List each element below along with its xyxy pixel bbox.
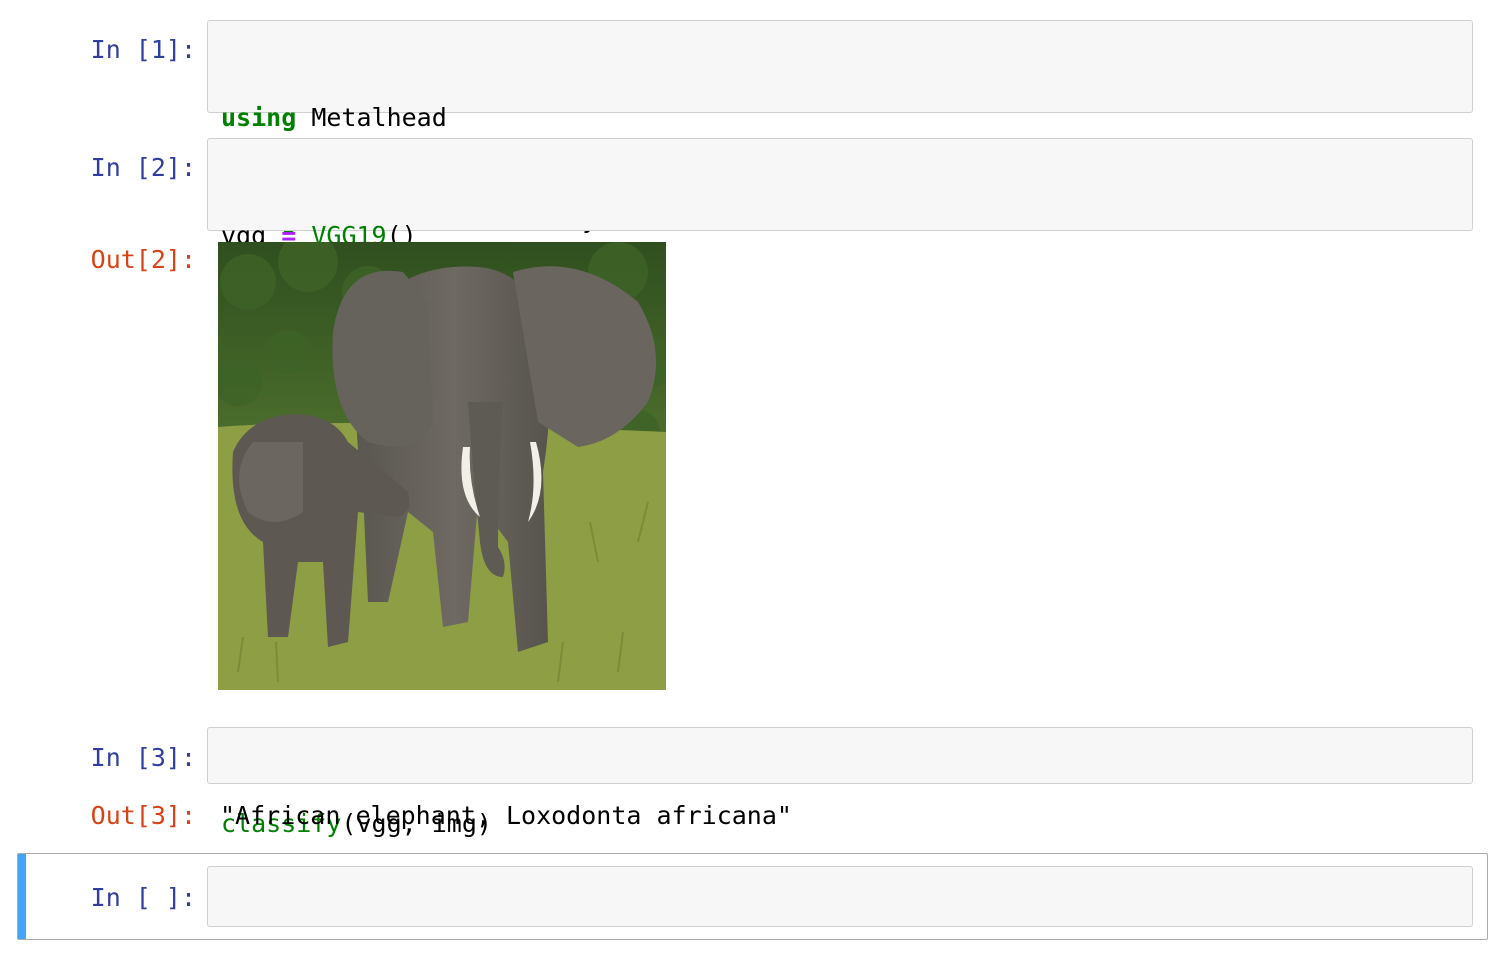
input-prompt-4: In [ ]: (90, 883, 196, 912)
code-cell-1[interactable]: using Metalhead using Metalhead: classif… (207, 20, 1473, 234)
input-prompt-2: In [2]: (90, 153, 196, 182)
code-cell-4-empty[interactable] (207, 866, 1473, 927)
output-text-3: "African elephant, Loxodonta africana" (220, 801, 792, 830)
code-cell-2[interactable]: vgg = VGG19() img = load("Elephant.jpg") (207, 138, 1473, 352)
output-prompt-3: Out[3]: (90, 801, 196, 830)
input-prompt-1: In [1]: (90, 35, 196, 64)
code-token: Metalhead (296, 103, 447, 132)
input-prompt-3: In [3]: (90, 743, 196, 772)
elephant-photo (218, 242, 666, 690)
output-prompt-2: Out[2]: (90, 245, 196, 274)
code-token: using (221, 103, 297, 132)
code-cell-3[interactable]: classify(vgg, img) (207, 727, 1473, 838)
code-line: using Metalhead (221, 101, 597, 135)
